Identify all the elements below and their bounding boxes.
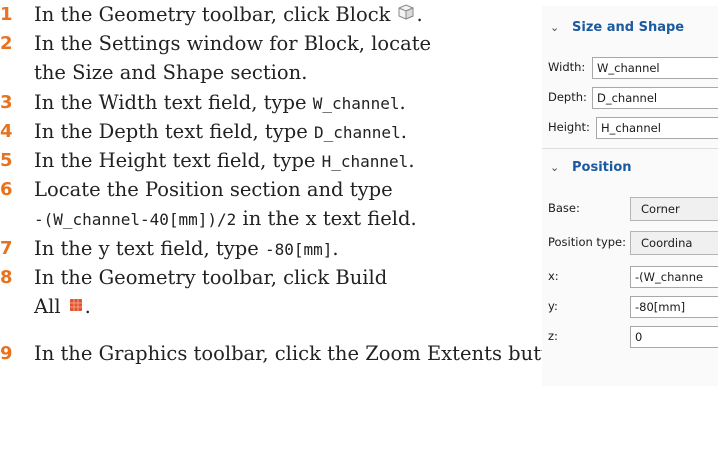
x-field[interactable]: -(W_channe xyxy=(630,266,718,288)
settings-panel: ⌄ Size and Shape Width: W_channel Depth:… xyxy=(542,6,718,386)
code-value: -(W_channel-40[mm])/2 xyxy=(34,210,237,229)
size-and-shape-section-header[interactable]: ⌄ Size and Shape xyxy=(542,14,718,42)
step-number: 3 xyxy=(0,92,13,113)
depth-field[interactable]: D_channel xyxy=(592,87,718,109)
x-label: x: xyxy=(548,269,559,283)
y-label: y: xyxy=(548,299,558,313)
base-label: Base: xyxy=(548,201,580,215)
position-section-header[interactable]: ⌄ Position xyxy=(542,154,718,182)
section-title: Size and Shape xyxy=(572,20,685,35)
step-suffix: . xyxy=(399,91,406,114)
position-type-label: Position type: xyxy=(548,235,626,249)
block-icon xyxy=(396,1,416,30)
section-divider xyxy=(542,148,718,149)
code-value: D_channel xyxy=(314,123,401,142)
step-number: 5 xyxy=(0,150,13,171)
step-suffix: in the x text field. xyxy=(236,207,417,230)
z-label: z: xyxy=(548,329,558,343)
step-number: 1 xyxy=(0,4,13,25)
step-number: 7 xyxy=(0,238,13,259)
step-suffix: . xyxy=(332,237,339,260)
chevron-down-icon: ⌄ xyxy=(550,21,560,34)
step-number: 6 xyxy=(0,179,13,200)
step-text: In the Geometry toolbar, click Build xyxy=(34,266,388,289)
y-field[interactable]: -80[mm] xyxy=(630,296,718,318)
width-label: Width: xyxy=(548,60,586,74)
step-text: All xyxy=(34,295,61,318)
step-number: 2 xyxy=(0,33,13,54)
code-value: W_channel xyxy=(312,94,400,113)
step-text: In the Depth text field, type xyxy=(34,120,314,143)
height-label: Height: xyxy=(548,120,590,134)
step-suffix: . xyxy=(408,149,415,172)
chevron-down-icon: ⌄ xyxy=(550,161,560,174)
width-field[interactable]: W_channel xyxy=(592,57,718,79)
step-number: 9 xyxy=(0,343,13,364)
step-text: In the Height text field, type xyxy=(34,149,322,172)
code-value: H_channel xyxy=(321,152,409,171)
step-text: Locate the Position section and type xyxy=(34,178,393,201)
depth-label: Depth: xyxy=(548,90,587,104)
step-text: In the Graphics toolbar, click the Zoom … xyxy=(34,342,574,365)
step-text: In the Geometry toolbar, click Block xyxy=(34,3,391,26)
section-title: Position xyxy=(572,160,632,175)
z-field[interactable]: 0 xyxy=(630,326,718,348)
step-number: 8 xyxy=(0,267,13,288)
step-period: . xyxy=(84,295,91,318)
position-type-select[interactable]: Coordina xyxy=(630,231,718,255)
code-value: -80[mm] xyxy=(264,240,333,259)
build-all-icon xyxy=(67,293,85,322)
step-text: the Size and Shape section. xyxy=(34,61,308,84)
base-select[interactable]: Corner xyxy=(630,197,718,221)
height-field[interactable]: H_channel xyxy=(596,117,718,139)
step-text: In the Width text field, type xyxy=(34,91,313,114)
step-number: 4 xyxy=(0,121,13,142)
step-suffix: . xyxy=(400,120,407,143)
step-text: In the Settings window for Block, locate xyxy=(34,32,432,55)
step-text: In the y text field, type xyxy=(34,237,265,260)
step-period: . xyxy=(416,3,423,26)
